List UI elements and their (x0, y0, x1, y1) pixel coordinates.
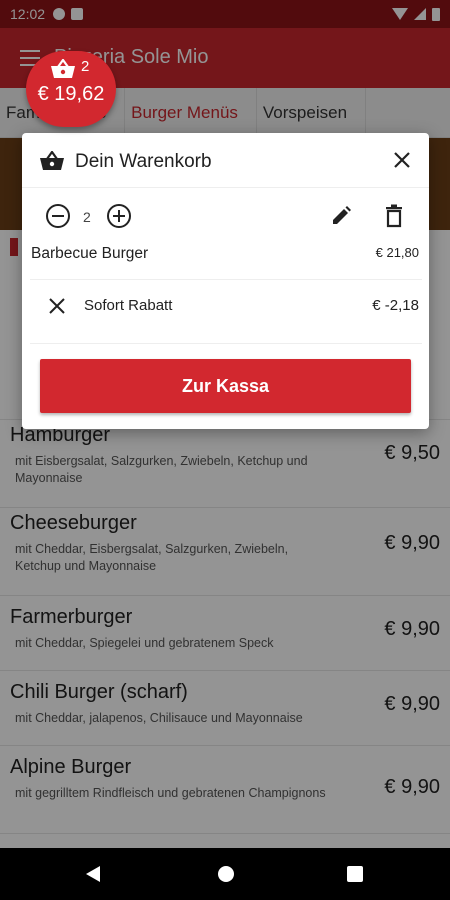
nav-home-icon[interactable] (218, 866, 234, 882)
nav-back-icon[interactable] (86, 866, 100, 882)
plus-circle-icon[interactable] (107, 204, 131, 228)
cart-title: Dein Warenkorb (75, 151, 212, 172)
system-navigation-bar (0, 848, 450, 900)
cart-total: € 19,62 (37, 83, 105, 105)
cart-dialog-header: Dein Warenkorb (22, 133, 429, 188)
basket-icon (51, 59, 75, 78)
cart-item-quantity-row: 2 (22, 201, 429, 233)
cart-fab[interactable]: 2 € 19,62 (26, 51, 116, 127)
cart-item-quantity: 2 (83, 209, 91, 225)
minus-circle-icon[interactable] (46, 204, 70, 228)
basket-icon (40, 151, 64, 170)
discount-price: € -2,18 (372, 297, 419, 314)
cart-item-price: € 21,80 (375, 245, 419, 260)
remove-x-icon[interactable] (47, 296, 67, 316)
edit-pencil-icon[interactable] (330, 205, 352, 227)
discount-name: Sofort Rabatt (84, 297, 173, 314)
cart-dialog: Dein Warenkorb 2 Barbecue Burger € 21,80… (22, 133, 429, 429)
checkout-button[interactable]: Zur Kassa (40, 359, 411, 413)
cart-item-name: Barbecue Burger (31, 245, 149, 262)
divider (30, 343, 422, 344)
cart-count: 2 (81, 58, 90, 75)
discount-line: Sofort Rabatt € -2,18 (22, 293, 429, 319)
nav-recents-icon[interactable] (347, 866, 363, 882)
close-icon[interactable] (391, 149, 413, 171)
delete-trash-icon[interactable] (384, 204, 404, 228)
cart-item-line: Barbecue Burger € 21,80 (22, 241, 429, 267)
divider (30, 279, 422, 280)
